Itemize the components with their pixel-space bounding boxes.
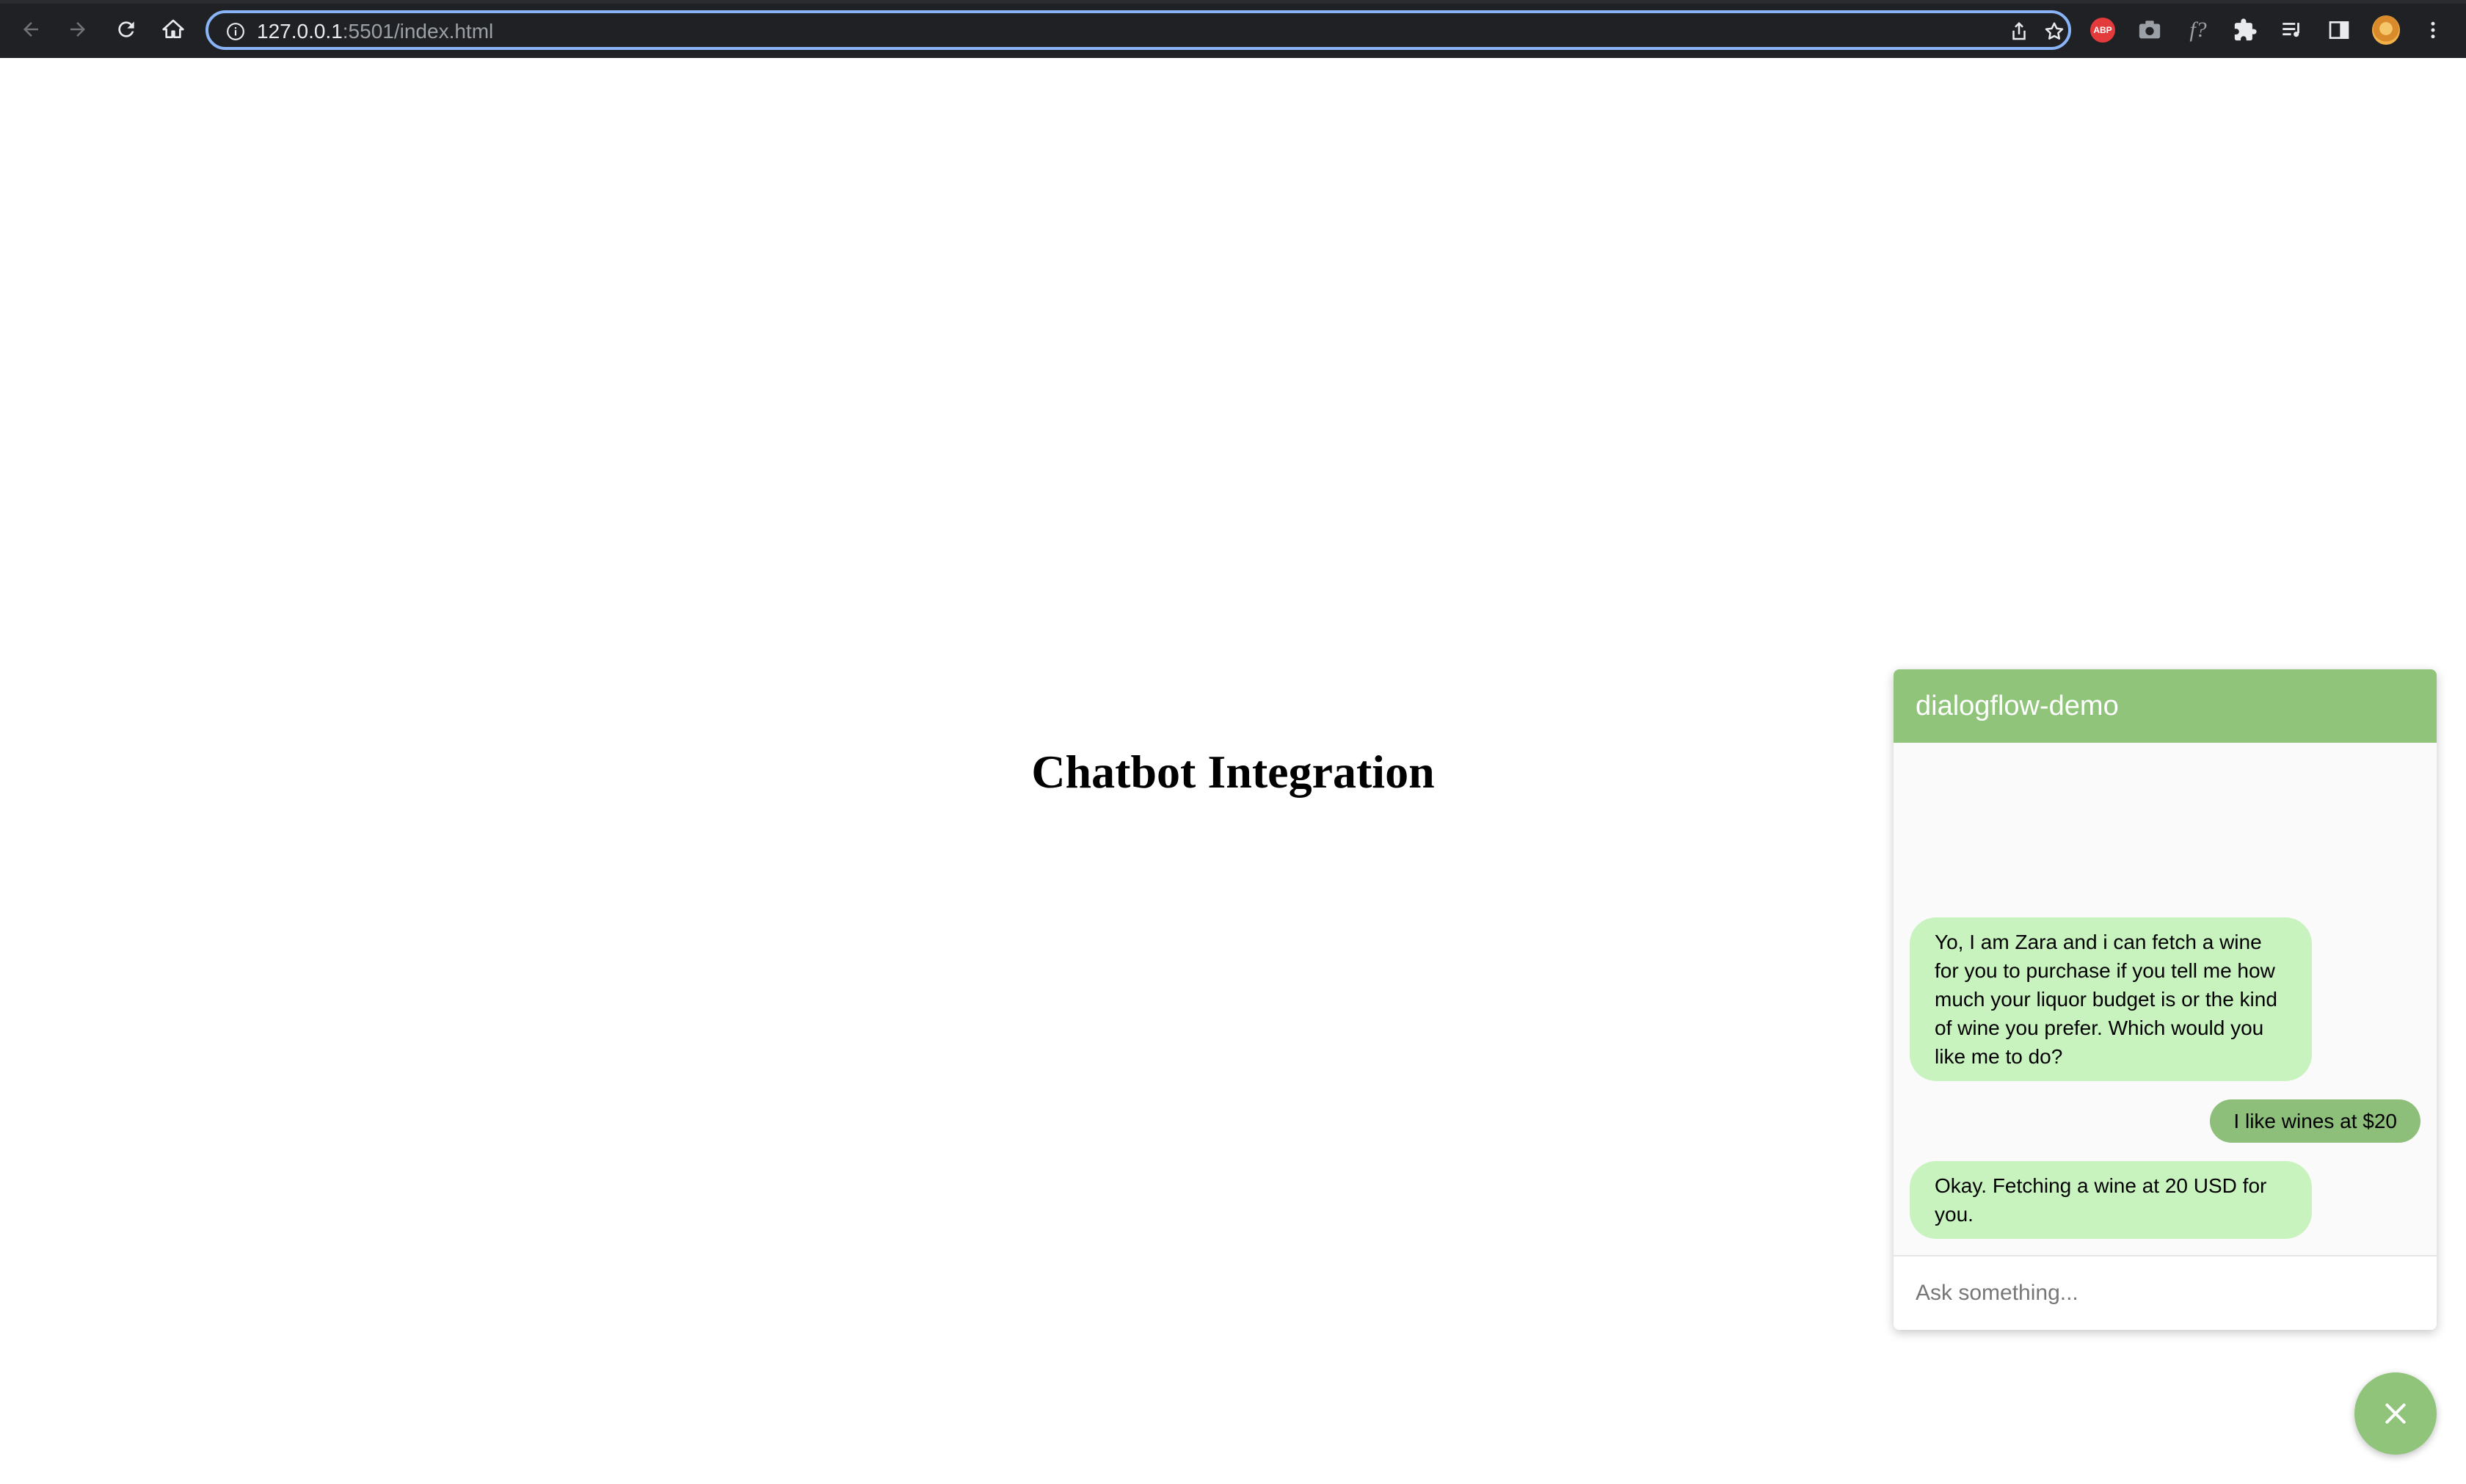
side-panel-button[interactable]	[2325, 16, 2353, 44]
address-bar[interactable]: 127.0.0.1:5501/index.html	[205, 10, 2071, 50]
site-info-icon[interactable]	[226, 22, 245, 41]
avatar	[2372, 15, 2400, 45]
forward-button[interactable]	[62, 13, 94, 46]
tab-strip	[0, 0, 2466, 4]
profile-button[interactable]	[2372, 15, 2400, 45]
bookmark-star-icon[interactable]	[2043, 21, 2065, 43]
media-controls-button[interactable]	[2278, 16, 2306, 44]
font-extension-button[interactable]: f?	[2184, 16, 2212, 44]
url-host: 127.0.0.1	[257, 20, 343, 43]
reload-button[interactable]	[110, 13, 142, 46]
adblock-icon: ABP	[2090, 18, 2115, 43]
reload-icon	[118, 21, 134, 37]
chat-input-bar	[1894, 1255, 2437, 1330]
url-path: :5501/index.html	[342, 20, 494, 43]
adblock-extension-button[interactable]: ABP	[2089, 16, 2117, 44]
home-icon	[162, 19, 184, 38]
adblock-label: ABP	[2093, 25, 2112, 35]
camera-icon	[2139, 21, 2161, 39]
chat-toggle-button[interactable]	[2354, 1372, 2437, 1455]
more-vert-icon	[2431, 21, 2435, 39]
share-icon[interactable]	[2008, 21, 2030, 43]
chat-window: dialogflow-demo Yo, I am Zara and i can …	[1894, 669, 2437, 1330]
browser-menu-button[interactable]	[2419, 16, 2447, 44]
user-message: I like wines at $20	[2210, 1099, 2420, 1143]
chat-input[interactable]	[1914, 1274, 2416, 1312]
chat-header: dialogflow-demo	[1894, 669, 2437, 743]
page-title: Chatbot Integration	[1031, 746, 1435, 798]
home-button[interactable]	[157, 13, 189, 46]
url-text[interactable]: 127.0.0.1:5501/index.html	[257, 20, 493, 43]
bot-message: Yo, I am Zara and i can fetch a wine for…	[1910, 917, 2312, 1081]
back-arrow-icon	[23, 22, 38, 37]
close-icon	[2385, 1403, 2406, 1424]
playlist-icon	[2283, 23, 2299, 37]
chat-title: dialogflow-demo	[1916, 691, 2119, 721]
side-panel-icon	[2329, 21, 2349, 39]
font-extension-label: f?	[2189, 18, 2207, 42]
back-button[interactable]	[15, 13, 47, 46]
browser-toolbar: 127.0.0.1:5501/index.html ABP f?	[0, 0, 2466, 58]
forward-arrow-icon	[70, 22, 85, 37]
bot-message: Okay. Fetching a wine at 20 USD for you.	[1910, 1161, 2312, 1239]
puzzle-icon	[2234, 18, 2257, 41]
screenshot-extension-button[interactable]	[2136, 16, 2164, 44]
extensions-button[interactable]	[2231, 16, 2259, 44]
